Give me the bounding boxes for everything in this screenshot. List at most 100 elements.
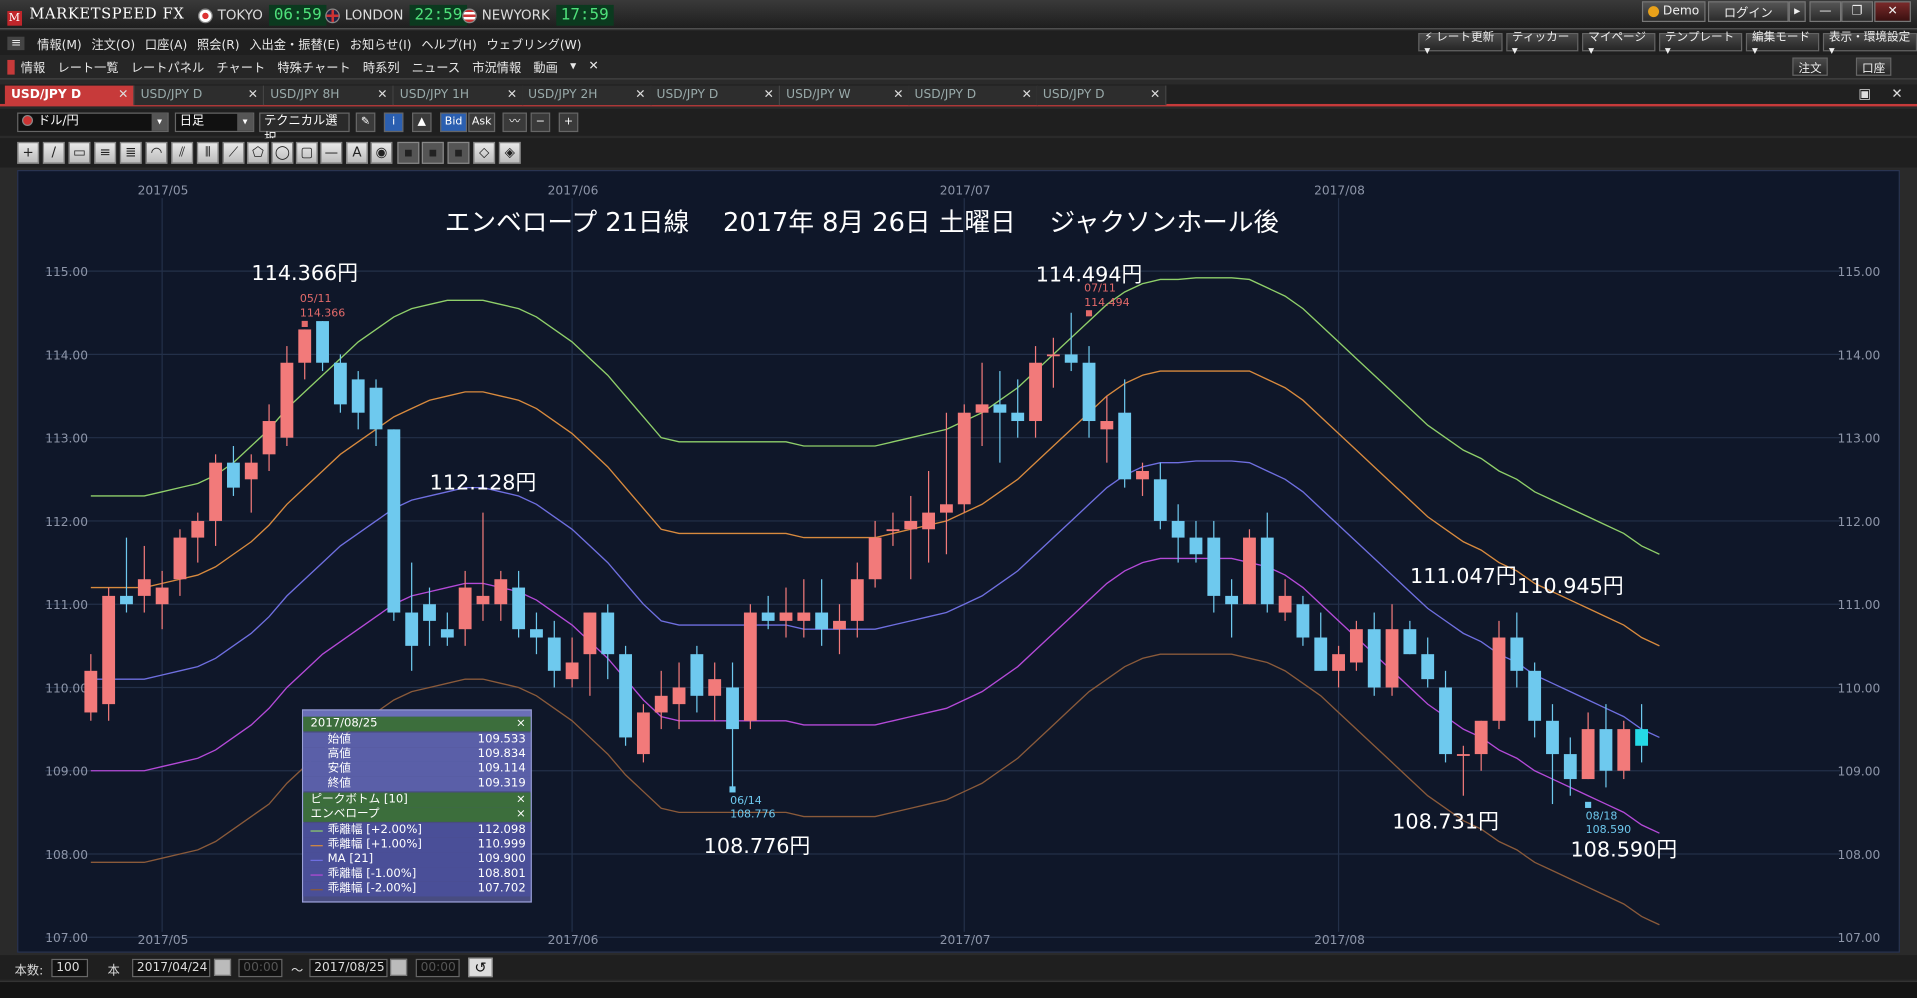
toolbar-rate-list[interactable]: レート一覧: [51, 57, 124, 75]
icon-tool-icon[interactable]: ◉: [370, 141, 393, 164]
menu-webring[interactable]: ウェブリング(W): [482, 34, 587, 52]
zoom-in-icon[interactable]: +: [558, 112, 579, 133]
count-select[interactable]: 100: [51, 958, 89, 978]
fan-tool-icon[interactable]: ⫽: [171, 141, 194, 164]
calendar-icon[interactable]: [213, 958, 232, 976]
menu-icon[interactable]: ≡: [7, 36, 25, 50]
hline-tool-icon[interactable]: —: [320, 141, 343, 164]
horizontal-lines-tool-icon[interactable]: ≡: [94, 141, 117, 164]
tab-usdjpy-2h[interactable]: USD/JPY 2H ✕: [522, 85, 652, 106]
to-date-field[interactable]: 2017/08/25: [309, 958, 388, 978]
tab-usdjpy-1h[interactable]: USD/JPY 1H ✕: [393, 85, 524, 106]
crosshair-tool-icon[interactable]: +: [17, 141, 40, 164]
tab-window-close-button[interactable]: ✕: [1891, 86, 1902, 102]
fibonacci-tool-icon[interactable]: ≣: [119, 141, 142, 164]
period-select[interactable]: 日足 ▾: [174, 112, 255, 133]
trendline-tool-icon[interactable]: /: [42, 141, 65, 164]
demo-button[interactable]: Demo: [1641, 1, 1706, 23]
tab-close-icon[interactable]: ✕: [118, 86, 128, 106]
calendar-icon[interactable]: [390, 958, 408, 976]
menu-account[interactable]: 口座(A): [140, 34, 192, 52]
tab-close-icon[interactable]: ✕: [893, 86, 903, 106]
tab-usdjpy-w[interactable]: USD/JPY W ✕: [780, 85, 910, 106]
toolbar-more[interactable]: ▾: [564, 60, 582, 73]
tab-close-icon[interactable]: ✕: [635, 86, 645, 106]
technical-select[interactable]: テクニカル選択: [259, 112, 350, 146]
wave-icon[interactable]: 〰: [502, 112, 527, 133]
menu-inquiry[interactable]: 照会(R): [192, 34, 244, 52]
tab-usdjpy-d-3[interactable]: USD/JPY D ✕: [650, 85, 781, 106]
zoom-out-icon[interactable]: −: [530, 112, 551, 133]
panel-close-icon[interactable]: ×: [516, 807, 526, 822]
tab-usdjpy-d-5[interactable]: USD/JPY D ✕: [1036, 85, 1167, 106]
chart-tabs: USD/JPY D ✕ USD/JPY D ✕ USD/JPY 8H ✕ USD/JP…: [0, 84, 1917, 107]
panel-close-icon[interactable]: ×: [516, 793, 526, 808]
vertical-lines-tool-icon[interactable]: ⦀: [196, 141, 219, 164]
ohlc-info-panel[interactable]: 2017/08/25 × 始値 109.533 高値 109.834 安値 109.11…: [301, 709, 532, 903]
pencil-icon[interactable]: ✎: [355, 112, 376, 133]
bid-button[interactable]: Bid: [440, 112, 468, 133]
circle-tool-icon[interactable]: ◯: [271, 141, 294, 164]
toolbar-chart[interactable]: チャート: [210, 57, 271, 75]
tab-usdjpy-8h[interactable]: USD/JPY 8H ✕: [264, 85, 394, 106]
tab-close-icon[interactable]: ✕: [764, 86, 774, 106]
tab-usdjpy-d-1[interactable]: USD/JPY D ✕: [4, 85, 135, 106]
toolbar-news[interactable]: ニュース: [406, 57, 467, 75]
minimize-button[interactable]: —: [1809, 1, 1842, 23]
toolbar-info[interactable]: 情報: [15, 57, 52, 75]
menu-notice[interactable]: お知らせ(I): [345, 34, 417, 52]
candle-body: [84, 670, 98, 713]
menu-order[interactable]: 注文(O): [87, 34, 140, 52]
text-tool-icon[interactable]: A: [345, 141, 369, 164]
currency-pair-select[interactable]: ドル/円 ▾: [17, 112, 169, 133]
rectangle-tool-icon[interactable]: ▢: [295, 141, 318, 164]
tab-close-icon[interactable]: ✕: [1150, 86, 1160, 106]
template-button[interactable]: テンプレート ▾: [1658, 31, 1743, 57]
x-tick-label-top: 2017/05: [138, 183, 189, 197]
tab-usdjpy-d-4[interactable]: USD/JPY D ✕: [908, 85, 1038, 106]
ask-button[interactable]: Ask: [468, 112, 496, 133]
order-button[interactable]: 注文: [1792, 57, 1828, 76]
edit-mode-button[interactable]: 編集モード ▾: [1745, 31, 1820, 57]
mountain-chart-icon[interactable]: ▲: [412, 112, 432, 133]
candlestick-chart[interactable]: 107.00 107.00 108.00 108.00 109.00 109.00 110.…: [17, 169, 1900, 953]
rate-update-button[interactable]: ⚡ レート更新 ▾: [1418, 31, 1503, 57]
candle-body: [1314, 637, 1328, 671]
reset-range-button[interactable]: ↺: [468, 957, 493, 978]
eraser-all-tool-icon[interactable]: ◈: [498, 141, 521, 164]
to-time-field[interactable]: 00:00: [415, 958, 460, 978]
tab-close-icon[interactable]: ✕: [507, 86, 517, 106]
pentagon-tool-icon[interactable]: ⬠: [246, 141, 269, 164]
arc-tool-icon[interactable]: ◠: [145, 141, 168, 164]
login-button[interactable]: ログイン: [1707, 1, 1789, 23]
close-button[interactable]: ✕: [1874, 1, 1911, 23]
marker-date: 08/18: [1586, 810, 1618, 823]
from-date-field[interactable]: 2017/04/24: [132, 958, 211, 978]
tab-usdjpy-d-2[interactable]: USD/JPY D ✕: [134, 85, 265, 106]
toolbar-special-chart[interactable]: 特殊チャート: [271, 57, 356, 75]
toolbar-video[interactable]: 動画: [527, 57, 564, 75]
gann-tool-icon[interactable]: ⟋: [222, 141, 245, 164]
settings-button[interactable]: 表示・環境設定 ▾: [1822, 31, 1917, 57]
panel-close-icon[interactable]: ×: [516, 717, 526, 732]
menu-help[interactable]: ヘルプ(H): [416, 34, 481, 52]
menu-deposit[interactable]: 入出金・振替(E): [244, 34, 344, 52]
toolbar-rate-panel[interactable]: レートパネル: [125, 57, 211, 75]
login-arrow-button[interactable]: ▸: [1788, 1, 1806, 23]
tab-close-icon[interactable]: ✕: [377, 86, 387, 106]
mypage-button[interactable]: マイページ ▾: [1582, 31, 1656, 57]
toolbar-timeseries[interactable]: 時系列: [357, 57, 406, 75]
info-icon[interactable]: i: [383, 112, 404, 133]
toolbar-market[interactable]: 市況情報: [466, 57, 527, 75]
ticker-button[interactable]: ティッカー ▾: [1505, 31, 1579, 57]
tab-close-icon[interactable]: ✕: [1022, 86, 1032, 106]
restore-button[interactable]: ❐: [1841, 1, 1874, 23]
account-button[interactable]: 口座: [1855, 57, 1892, 76]
menu-info[interactable]: 情報(M): [32, 34, 86, 52]
from-time-field[interactable]: 00:00: [238, 958, 283, 978]
tab-close-icon[interactable]: ✕: [248, 86, 258, 106]
toolbar-close[interactable]: ✕: [582, 60, 604, 73]
tab-maximize-button[interactable]: ▣: [1858, 86, 1871, 102]
channel-tool-icon[interactable]: ▭: [68, 141, 91, 164]
eraser-tool-icon[interactable]: ◇: [473, 141, 496, 164]
